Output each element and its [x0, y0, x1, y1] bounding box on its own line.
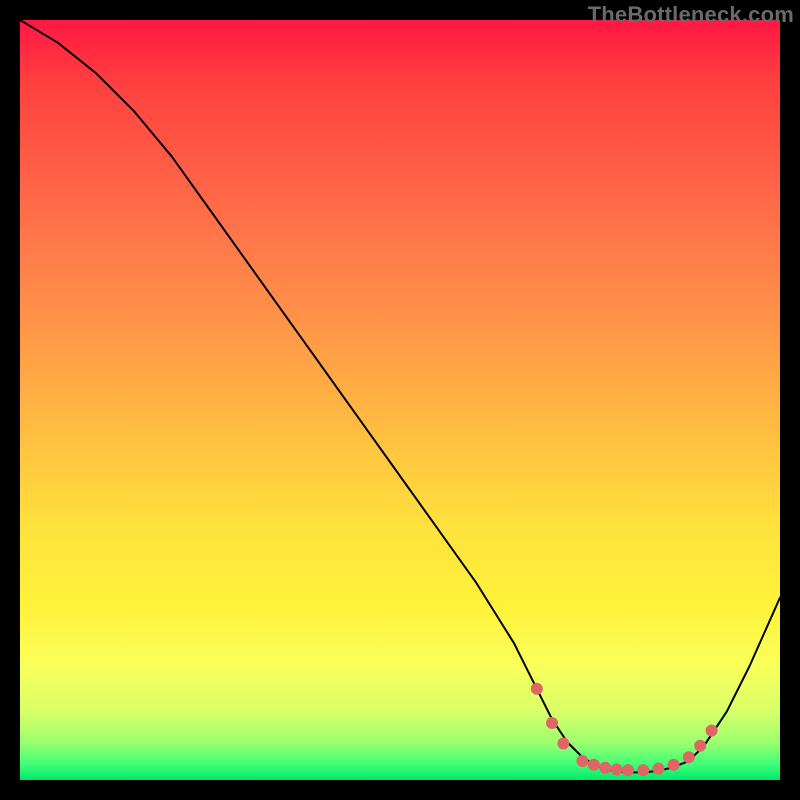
- curve-marker: [683, 751, 695, 763]
- curve-marker: [576, 755, 588, 767]
- curve-marker: [652, 763, 664, 775]
- curve-marker: [694, 740, 706, 752]
- curve-marker: [599, 762, 611, 774]
- watermark-text: TheBottleneck.com: [588, 2, 794, 28]
- chart-frame: [20, 20, 780, 780]
- curve-marker: [611, 763, 623, 775]
- curve-marker: [531, 683, 543, 695]
- curve-marker: [546, 717, 558, 729]
- curve-marker: [557, 738, 569, 750]
- curve-marker: [622, 764, 634, 776]
- curve-marker: [706, 725, 718, 737]
- bottleneck-curve: [20, 20, 780, 772]
- curve-marker: [588, 759, 600, 771]
- curve-marker: [637, 764, 649, 776]
- curve-marker: [668, 759, 680, 771]
- chart-overlay: [20, 20, 780, 780]
